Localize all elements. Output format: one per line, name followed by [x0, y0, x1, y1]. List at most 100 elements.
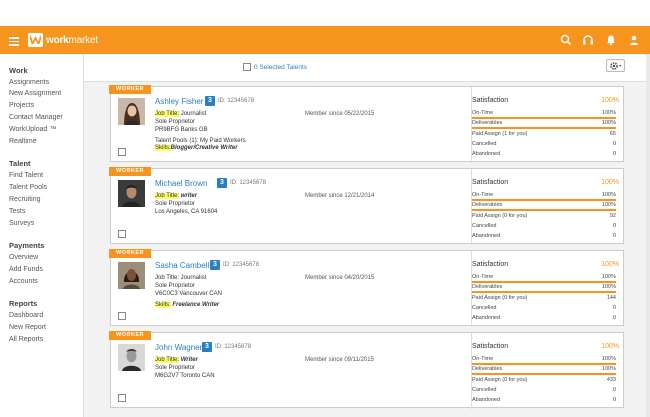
stat-label: On-Time — [472, 192, 494, 198]
sidebar-item-talent-pools[interactable]: Talent Pools — [9, 184, 47, 191]
sidebar-item-surveys[interactable]: Surveys — [9, 220, 34, 227]
worker-card[interactable]: WORKER Michael Brown 3 ID: 12345678 Memb… — [109, 167, 624, 245]
stat-paid-assign: Paid Assign (0 for you) 433 — [472, 377, 616, 383]
stat-value: 100% — [601, 366, 616, 372]
satisfaction-panel: Satisfaction 100% On-Time 100% Deliverabl… — [471, 251, 619, 327]
stat-value: 0 — [612, 315, 616, 321]
worker-card[interactable]: WORKER John Wagner 3 ID: 12345678 Member… — [109, 331, 624, 409]
job-title-value: writer — [180, 193, 198, 199]
stat-abandoned: Abandoned 0 — [472, 233, 616, 239]
stat-label: Abandoned — [472, 315, 501, 321]
satisfaction-percent: 100% — [601, 179, 619, 186]
job-title-label: Job Title: — [155, 357, 180, 363]
on-time-bar — [472, 281, 616, 283]
sidebar-item-recruiting[interactable]: Recruiting — [9, 196, 41, 203]
talent-pools: Talent Pools (1): My Paid Workers — [155, 138, 246, 144]
company-type: Sole Proprietor — [155, 365, 196, 371]
worker-name[interactable]: Ashley Fisher — [155, 97, 203, 106]
stat-on-time: On-Time 100% — [472, 192, 616, 198]
deliverables-bar — [472, 373, 616, 375]
skills: Skills:Blogger/Creative Writer — [155, 145, 238, 151]
stat-value: 100% — [601, 284, 616, 290]
worker-name[interactable]: Sasha Cambell — [155, 261, 209, 270]
sidebar-item-add-funds[interactable]: Add Funds — [9, 266, 43, 273]
stat-deliverables: Deliverables 100% — [472, 366, 616, 372]
stat-value: 0 — [612, 397, 616, 403]
job-title-value: Writer — [180, 357, 198, 363]
worker-card[interactable]: WORKER Ashley Fisher 3 ID: 12345678 Memb… — [109, 85, 624, 163]
toolbar — [84, 54, 646, 82]
stat-value: 100% — [601, 356, 616, 362]
deliverables-bar — [472, 127, 616, 129]
sidebar-item-accounts[interactable]: Accounts — [9, 278, 38, 285]
satisfaction-label: Satisfaction — [472, 343, 509, 350]
worker-count-badge: 3 — [217, 178, 227, 188]
stat-label: Abandoned — [472, 151, 501, 157]
sidebar-item-dashboard[interactable]: Dashboard — [9, 312, 43, 319]
search-icon[interactable] — [560, 34, 572, 46]
company-type: Sole Proprietor — [155, 201, 196, 207]
sidebar-heading-work: Work — [9, 66, 28, 75]
sidebar-item-all-reports[interactable]: All Reports — [9, 336, 43, 343]
stat-deliverables: Deliverables 100% — [472, 284, 616, 290]
stat-value: 100% — [601, 120, 616, 126]
stat-label: Deliverables — [472, 284, 503, 290]
stat-label: Abandoned — [472, 397, 501, 403]
worker-select-checkbox[interactable] — [118, 230, 126, 238]
sidebar-item-new-assignment[interactable]: New Assignment — [9, 90, 61, 97]
stat-label: Deliverables — [472, 202, 503, 208]
worker-badge: WORKER — [109, 85, 151, 94]
job-title: Job Title: Writer — [155, 357, 198, 363]
sidebar-item-projects[interactable]: Projects — [9, 102, 34, 109]
avatar — [118, 344, 145, 371]
sidebar-item-overview[interactable]: Overview — [9, 254, 38, 261]
stat-value: 100% — [601, 192, 616, 198]
stat-cancelled: Cancelled 0 — [472, 223, 616, 229]
worker-count-badge: 3 — [205, 96, 215, 106]
worker-name[interactable]: Michael Brown — [155, 179, 207, 188]
worker-card[interactable]: WORKER Sasha Cambell 3 ID: 12345678 Memb… — [109, 249, 624, 327]
brand-logo[interactable]: workmarket — [46, 35, 98, 46]
sidebar-item-tests[interactable]: Tests — [9, 208, 25, 215]
job-title: Job Title: Journalist — [155, 111, 206, 117]
stat-label: On-Time — [472, 110, 494, 116]
stat-label: Paid Assign (0 for you) — [472, 213, 528, 219]
stat-on-time: On-Time 100% — [472, 110, 616, 116]
worker-select-checkbox[interactable] — [118, 148, 126, 156]
headset-icon[interactable] — [582, 34, 594, 46]
stat-value: 0 — [612, 141, 616, 147]
user-icon[interactable] — [628, 34, 640, 46]
bell-icon[interactable] — [605, 34, 617, 46]
stat-label: Abandoned — [472, 233, 501, 239]
brand-light: market — [68, 35, 99, 46]
select-all-checkbox[interactable] — [243, 63, 251, 71]
stat-paid-assign: Paid Assign (0 for you) 144 — [472, 295, 616, 301]
settings-dropdown-button[interactable] — [606, 59, 625, 72]
stat-paid-assign: Paid Assign (0 for you) 92 — [472, 213, 616, 219]
sidebar-item-realtime[interactable]: Realtime — [9, 138, 37, 145]
sidebar-item-workupload[interactable]: WorkUpload ™ — [9, 126, 56, 133]
location: M6G2V7 Toronto CAN — [155, 373, 215, 379]
stat-label: On-Time — [472, 356, 494, 362]
sidebar-item-new-report[interactable]: New Report — [9, 324, 46, 331]
menu-icon[interactable] — [9, 37, 19, 48]
worker-name[interactable]: John Wagner — [155, 343, 202, 352]
sidebar-item-assignments[interactable]: Assignments — [9, 79, 49, 86]
stat-label: On-Time — [472, 274, 494, 280]
job-title: Job Title: Journalist — [155, 275, 207, 281]
worker-badge: WORKER — [109, 331, 151, 340]
on-time-bar — [472, 199, 616, 201]
stat-value: 433 — [606, 377, 616, 383]
satisfaction-percent: 100% — [601, 97, 619, 104]
satisfaction-panel: Satisfaction 100% On-Time 100% Deliverabl… — [471, 333, 619, 409]
deliverables-bar — [472, 209, 616, 211]
selected-talents-label: 0 Selected Talents — [254, 64, 307, 71]
sidebar-item-contact-manager[interactable]: Contact Manager — [9, 114, 63, 121]
worker-select-checkbox[interactable] — [118, 312, 126, 320]
member-since: Member since 05/22/2015 — [305, 111, 375, 117]
member-since: Member since 09/11/2015 — [305, 357, 374, 363]
on-time-bar — [472, 117, 616, 119]
skills-label: Skills: — [155, 145, 171, 151]
sidebar-item-find-talent[interactable]: Find Talent — [9, 172, 43, 179]
worker-select-checkbox[interactable] — [118, 394, 126, 402]
